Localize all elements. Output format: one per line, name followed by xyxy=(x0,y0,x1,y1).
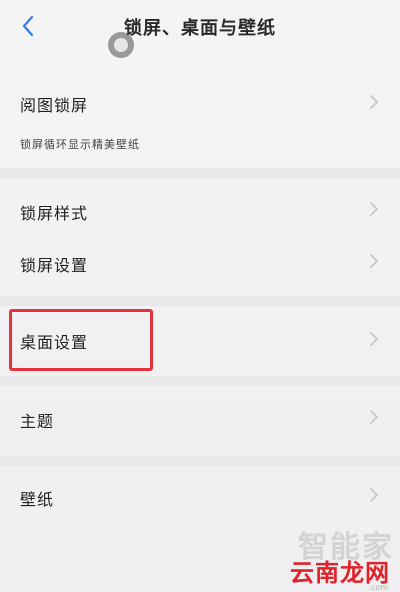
settings-item-lock-screen-style[interactable]: 锁屏样式 xyxy=(0,182,400,238)
settings-item-label: 锁屏样式 xyxy=(20,204,89,223)
settings-item-lock-screen-gallery[interactable]: 阅图锁屏 锁屏循环显示精美壁纸 xyxy=(0,84,400,154)
settings-item-label: 阅图锁屏 xyxy=(20,96,89,115)
section-divider xyxy=(0,296,400,306)
chevron-right-icon xyxy=(370,95,378,109)
chevron-right-icon xyxy=(370,410,378,424)
watermark-url: .com xyxy=(368,583,388,592)
settings-item-lock-screen-settings[interactable]: 锁屏设置 xyxy=(0,236,400,292)
settings-item-label: 壁纸 xyxy=(20,490,55,509)
chevron-right-icon xyxy=(370,254,378,268)
section-divider xyxy=(0,456,400,466)
settings-screen: 锁屏、桌面与壁纸 阅图锁屏 锁屏循环显示精美壁纸 锁屏样式 锁屏设置 桌面设置 xyxy=(0,0,400,592)
settings-item-subtitle: 锁屏循环显示精美壁纸 xyxy=(20,138,140,151)
page-title: 锁屏、桌面与壁纸 xyxy=(124,18,276,39)
header: 锁屏、桌面与壁纸 xyxy=(0,0,400,58)
chevron-right-icon xyxy=(370,332,378,346)
settings-item-wallpaper[interactable]: 壁纸 xyxy=(0,470,400,526)
section-divider xyxy=(0,168,400,178)
settings-item-label: 锁屏设置 xyxy=(20,256,89,275)
section-divider xyxy=(0,376,400,386)
touch-indicator xyxy=(108,32,134,58)
highlight-annotation-box xyxy=(9,309,153,371)
settings-item-label: 主题 xyxy=(20,412,55,431)
chevron-right-icon xyxy=(370,202,378,216)
settings-item-theme[interactable]: 主题 xyxy=(0,392,400,448)
chevron-right-icon xyxy=(370,488,378,502)
